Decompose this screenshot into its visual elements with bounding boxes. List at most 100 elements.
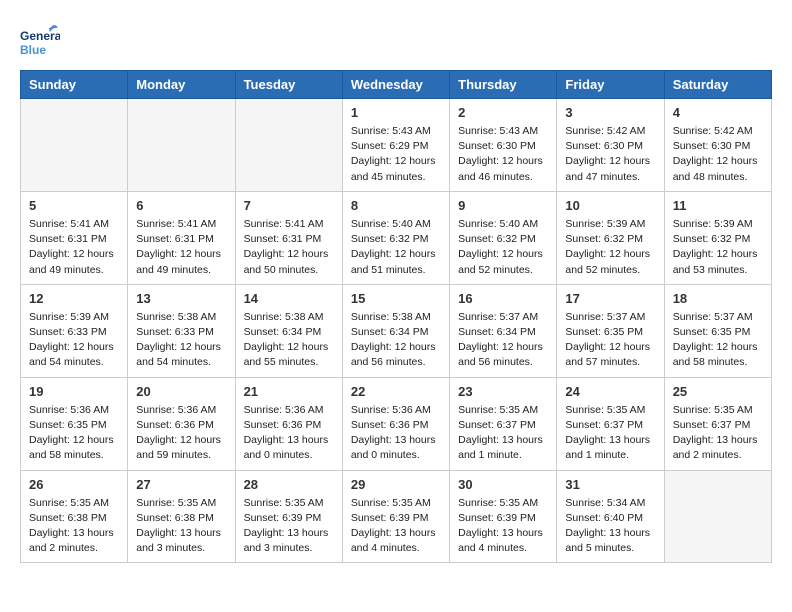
calendar-cell: 25Sunrise: 5:35 AM Sunset: 6:37 PM Dayli… [664,377,771,470]
day-number: 11 [673,198,763,213]
day-number: 6 [136,198,226,213]
day-info: Sunrise: 5:35 AM Sunset: 6:39 PM Dayligh… [244,496,334,557]
weekday-header: Sunday [21,71,128,99]
day-number: 5 [29,198,119,213]
calendar-cell: 18Sunrise: 5:37 AM Sunset: 6:35 PM Dayli… [664,284,771,377]
day-info: Sunrise: 5:41 AM Sunset: 6:31 PM Dayligh… [29,217,119,278]
calendar-cell: 24 Sunrise: 5:35 AM Sunset: 6:37 PM Dayli… [557,377,664,470]
day-info: Sunrise: 5:38 AM Sunset: 6:34 PM Dayligh… [351,310,441,371]
calendar-table: SundayMondayTuesdayWednesdayThursdayFrid… [20,70,772,563]
calendar-cell: 3Sunrise: 5:42 AM Sunset: 6:30 PM Daylig… [557,99,664,192]
calendar-week-row: 26 Sunrise: 5:35 AM Sunset: 6:38 PM Dayli… [21,470,772,563]
calendar-cell: 16Sunrise: 5:37 AM Sunset: 6:34 PM Dayli… [450,284,557,377]
calendar-cell: 13 Sunrise: 5:38 AM Sunset: 6:33 PM Dayli… [128,284,235,377]
day-number: 23 [458,384,548,399]
day-info: Sunrise: 5:40 AM Sunset: 6:32 PM Dayligh… [458,217,548,278]
day-number: 10 [565,198,655,213]
calendar-cell: 20 Sunrise: 5:36 AM Sunset: 6:36 PM Dayli… [128,377,235,470]
calendar-cell [235,99,342,192]
day-info: Sunrise: 5:37 AM Sunset: 6:35 PM Dayligh… [565,310,655,371]
day-info: Sunrise: 5:36 AM Sunset: 6:36 PM Dayligh… [351,403,441,464]
day-number: 8 [351,198,441,213]
logo: General Blue [20,20,64,60]
calendar-cell [128,99,235,192]
weekday-header: Tuesday [235,71,342,99]
day-info: Sunrise: 5:36 AM Sunset: 6:36 PM Dayligh… [136,403,226,464]
calendar-cell: 30 Sunrise: 5:35 AM Sunset: 6:39 PM Dayli… [450,470,557,563]
calendar-cell: 23 Sunrise: 5:35 AM Sunset: 6:37 PM Dayli… [450,377,557,470]
day-number: 20 [136,384,226,399]
calendar-cell: 4 Sunrise: 5:42 AM Sunset: 6:30 PM Daylig… [664,99,771,192]
calendar-cell: 21Sunrise: 5:36 AM Sunset: 6:36 PM Dayli… [235,377,342,470]
day-number: 26 [29,477,119,492]
calendar-cell: 17 Sunrise: 5:37 AM Sunset: 6:35 PM Dayli… [557,284,664,377]
day-info: Sunrise: 5:40 AM Sunset: 6:32 PM Dayligh… [351,217,441,278]
day-number: 3 [565,105,655,120]
day-number: 25 [673,384,763,399]
calendar-cell: 2Sunrise: 5:43 AM Sunset: 6:30 PM Daylig… [450,99,557,192]
day-info: Sunrise: 5:39 AM Sunset: 6:33 PM Dayligh… [29,310,119,371]
weekday-header: Monday [128,71,235,99]
calendar-cell: 27 Sunrise: 5:35 AM Sunset: 6:38 PM Dayli… [128,470,235,563]
calendar-cell: 5 Sunrise: 5:41 AM Sunset: 6:31 PM Daylig… [21,191,128,284]
day-number: 29 [351,477,441,492]
calendar-cell [21,99,128,192]
calendar-week-row: 12 Sunrise: 5:39 AM Sunset: 6:33 PM Dayli… [21,284,772,377]
day-number: 17 [565,291,655,306]
calendar-week-row: 19 Sunrise: 5:36 AM Sunset: 6:35 PM Dayli… [21,377,772,470]
calendar-cell: 8 Sunrise: 5:40 AM Sunset: 6:32 PM Daylig… [342,191,449,284]
day-number: 24 [565,384,655,399]
calendar-cell: 9 Sunrise: 5:40 AM Sunset: 6:32 PM Daylig… [450,191,557,284]
day-info: Sunrise: 5:43 AM Sunset: 6:29 PM Dayligh… [351,124,441,185]
day-info: Sunrise: 5:35 AM Sunset: 6:39 PM Dayligh… [351,496,441,557]
day-number: 27 [136,477,226,492]
day-number: 19 [29,384,119,399]
weekday-header: Thursday [450,71,557,99]
day-number: 30 [458,477,548,492]
day-info: Sunrise: 5:39 AM Sunset: 6:32 PM Dayligh… [673,217,763,278]
day-number: 1 [351,105,441,120]
day-number: 4 [673,105,763,120]
day-number: 31 [565,477,655,492]
calendar-cell: 19 Sunrise: 5:36 AM Sunset: 6:35 PM Dayli… [21,377,128,470]
day-info: Sunrise: 5:35 AM Sunset: 6:39 PM Dayligh… [458,496,548,557]
day-info: Sunrise: 5:36 AM Sunset: 6:35 PM Dayligh… [29,403,119,464]
calendar-cell: 14Sunrise: 5:38 AM Sunset: 6:34 PM Dayli… [235,284,342,377]
svg-text:General: General [20,29,60,43]
calendar-cell [664,470,771,563]
weekday-header: Saturday [664,71,771,99]
day-info: Sunrise: 5:41 AM Sunset: 6:31 PM Dayligh… [136,217,226,278]
calendar-cell: 22 Sunrise: 5:36 AM Sunset: 6:36 PM Dayli… [342,377,449,470]
day-info: Sunrise: 5:35 AM Sunset: 6:38 PM Dayligh… [29,496,119,557]
calendar-cell: 29 Sunrise: 5:35 AM Sunset: 6:39 PM Dayli… [342,470,449,563]
calendar-cell: 15 Sunrise: 5:38 AM Sunset: 6:34 PM Dayli… [342,284,449,377]
calendar-cell: 1 Sunrise: 5:43 AM Sunset: 6:29 PM Daylig… [342,99,449,192]
day-info: Sunrise: 5:39 AM Sunset: 6:32 PM Dayligh… [565,217,655,278]
day-number: 2 [458,105,548,120]
day-info: Sunrise: 5:35 AM Sunset: 6:38 PM Dayligh… [136,496,226,557]
calendar-cell: 31Sunrise: 5:34 AM Sunset: 6:40 PM Dayli… [557,470,664,563]
day-info: Sunrise: 5:35 AM Sunset: 6:37 PM Dayligh… [565,403,655,464]
day-info: Sunrise: 5:38 AM Sunset: 6:33 PM Dayligh… [136,310,226,371]
calendar-cell: 12 Sunrise: 5:39 AM Sunset: 6:33 PM Dayli… [21,284,128,377]
day-info: Sunrise: 5:35 AM Sunset: 6:37 PM Dayligh… [458,403,548,464]
day-number: 12 [29,291,119,306]
day-number: 13 [136,291,226,306]
calendar-week-row: 5 Sunrise: 5:41 AM Sunset: 6:31 PM Daylig… [21,191,772,284]
day-number: 28 [244,477,334,492]
calendar-cell: 10 Sunrise: 5:39 AM Sunset: 6:32 PM Dayli… [557,191,664,284]
svg-text:Blue: Blue [20,43,46,57]
day-number: 9 [458,198,548,213]
weekday-header: Wednesday [342,71,449,99]
day-number: 22 [351,384,441,399]
calendar-cell: 7Sunrise: 5:41 AM Sunset: 6:31 PM Daylig… [235,191,342,284]
day-info: Sunrise: 5:36 AM Sunset: 6:36 PM Dayligh… [244,403,334,464]
day-info: Sunrise: 5:41 AM Sunset: 6:31 PM Dayligh… [244,217,334,278]
day-number: 16 [458,291,548,306]
calendar-cell: 26 Sunrise: 5:35 AM Sunset: 6:38 PM Dayli… [21,470,128,563]
day-number: 15 [351,291,441,306]
day-info: Sunrise: 5:42 AM Sunset: 6:30 PM Dayligh… [673,124,763,185]
day-number: 14 [244,291,334,306]
page-header: General Blue [20,20,772,60]
day-number: 18 [673,291,763,306]
